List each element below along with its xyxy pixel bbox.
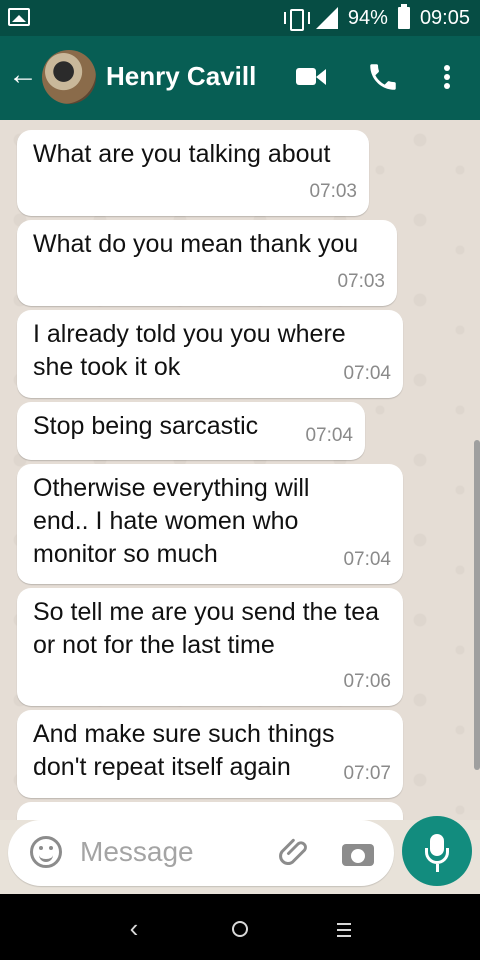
message-bubble[interactable]: Stop being sarcastic 07:04 [17, 402, 365, 460]
vibrate-icon [283, 7, 310, 31]
chat-header: ← Henry Cavill [0, 36, 480, 120]
battery-icon [397, 4, 410, 29]
message-input[interactable]: Message [8, 820, 394, 886]
contact-name[interactable]: Henry Cavill [106, 61, 256, 92]
avatar[interactable] [42, 50, 96, 104]
nav-back-button[interactable]: ‹ [114, 908, 154, 948]
nav-menu-button[interactable] [324, 908, 364, 948]
camera-icon[interactable] [342, 838, 374, 866]
mic-stand [425, 848, 449, 872]
phone-icon[interactable] [366, 60, 400, 94]
emoji-icon[interactable] [30, 836, 62, 868]
more-vert-icon[interactable] [432, 60, 466, 94]
message-time: 07:07 [343, 763, 391, 784]
message-bubble[interactable]: So tell me are you send the tea or not f… [17, 588, 403, 706]
message-time: 07:04 [343, 549, 391, 570]
message-bubble[interactable]: And make sure such things don't repeat i… [17, 710, 403, 798]
status-right: 94% 09:05 [283, 0, 470, 36]
message-bubble-partial[interactable] [17, 802, 403, 820]
message-bubble[interactable]: Otherwise everything will end.. I hate w… [17, 464, 403, 584]
message-text: Otherwise everything will end.. I hate w… [33, 474, 310, 568]
status-bar: 94% 09:05 [0, 0, 480, 36]
scrollbar[interactable] [474, 440, 480, 770]
message-text: Stop being sarcastic [33, 412, 259, 440]
message-text: And make sure such things don't repeat i… [33, 720, 335, 781]
message-bubble[interactable]: What do you mean thank you 07:03 [17, 220, 397, 306]
video-call-icon[interactable] [294, 60, 328, 94]
message-text: So tell me are you send the tea or not f… [33, 598, 380, 659]
message-bubble[interactable]: What are you talking about 07:03 [17, 130, 369, 216]
chat-area[interactable]: What are you talking about 07:03 What do… [0, 120, 480, 820]
system-nav-bar: ‹ [0, 894, 480, 960]
message-bubble[interactable]: I already told you you where she took it… [17, 310, 403, 398]
image-icon [8, 8, 30, 26]
message-text: What are you talking about [33, 140, 331, 168]
message-text: What do you mean thank you [33, 230, 359, 258]
message-time: 07:03 [337, 271, 385, 292]
message-time: 07:04 [343, 363, 391, 384]
message-time: 07:06 [343, 671, 391, 692]
mic-button[interactable] [402, 816, 472, 886]
attach-icon[interactable] [278, 834, 314, 870]
back-arrow-icon[interactable]: ← [8, 60, 38, 90]
signal-icon [315, 7, 338, 29]
nav-home-button[interactable] [220, 908, 260, 948]
message-time: 07:04 [305, 425, 353, 446]
message-time: 07:03 [309, 181, 357, 202]
battery-percent: 94% [347, 6, 388, 29]
composer-bar: Message [0, 816, 480, 894]
message-placeholder[interactable]: Message [80, 836, 194, 868]
message-text: I already told you you where she took it… [33, 320, 346, 381]
clock: 09:05 [419, 6, 470, 29]
